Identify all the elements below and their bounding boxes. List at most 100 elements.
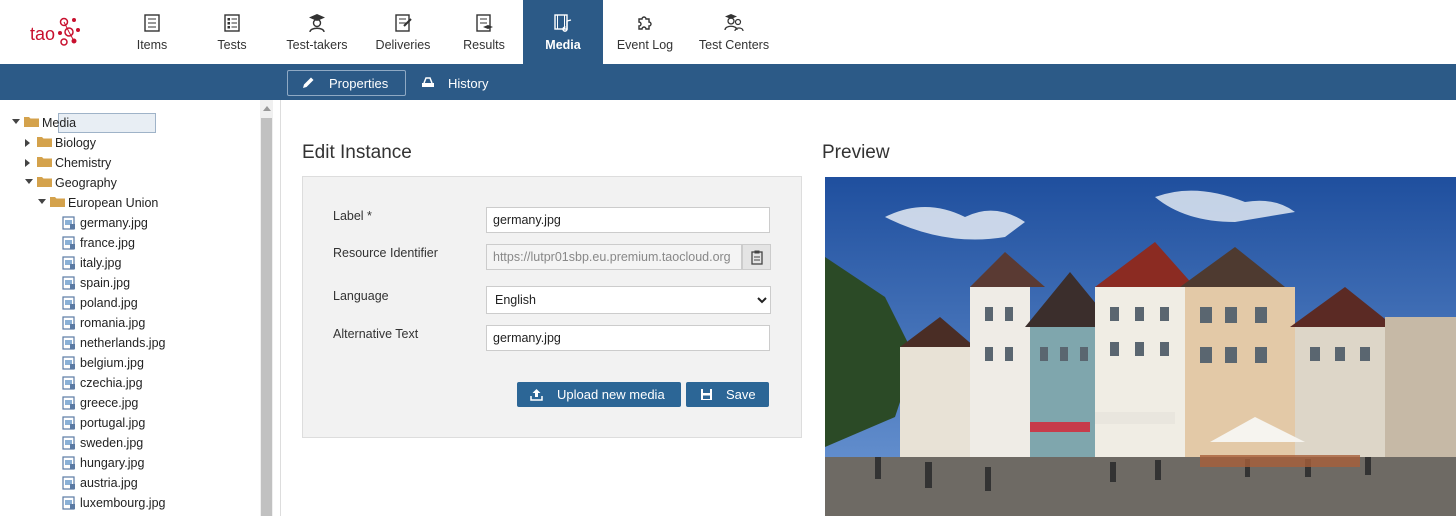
alternative-text-input[interactable] bbox=[486, 325, 770, 351]
folder-icon bbox=[37, 156, 52, 167]
tests-icon bbox=[224, 14, 240, 32]
tree-item-label: Geography bbox=[55, 176, 117, 190]
label-input[interactable] bbox=[486, 207, 770, 233]
tree-file-item[interactable]: germany.jpg bbox=[0, 213, 260, 233]
tree-folder-geography[interactable]: Geography bbox=[0, 173, 260, 193]
image-file-icon bbox=[62, 336, 76, 350]
tree-item-label: Biology bbox=[55, 136, 96, 150]
tree-file-item[interactable]: czechia.jpg bbox=[0, 373, 260, 393]
tree-item-label: germany.jpg bbox=[80, 216, 148, 230]
resource-identifier-input[interactable] bbox=[486, 244, 742, 270]
image-file-icon bbox=[62, 456, 76, 470]
nav-item-event-log[interactable]: Event Log bbox=[612, 0, 678, 64]
tree-item-label: poland.jpg bbox=[80, 296, 138, 310]
nav-item-test-takers[interactable]: Test-takers bbox=[280, 0, 354, 64]
nav-item-items[interactable]: Items bbox=[122, 0, 182, 64]
language-label: Language bbox=[333, 289, 389, 303]
items-icon bbox=[144, 14, 160, 32]
scrollbar-thumb[interactable] bbox=[261, 118, 272, 516]
tree-file-item[interactable]: luxembourg.jpg bbox=[0, 493, 260, 513]
results-icon bbox=[476, 14, 493, 32]
image-file-icon bbox=[62, 416, 76, 430]
image-file-icon bbox=[62, 276, 76, 290]
image-file-icon bbox=[62, 296, 76, 310]
scroll-up-arrow-icon[interactable] bbox=[263, 106, 271, 111]
tree-item-label: spain.jpg bbox=[80, 276, 131, 290]
nav-item-label: Test Centers bbox=[698, 38, 770, 52]
tree-file-item[interactable]: hungary.jpg bbox=[0, 453, 260, 473]
tree-file-item[interactable]: austria.jpg bbox=[0, 473, 260, 493]
image-file-icon bbox=[62, 216, 76, 230]
image-file-icon bbox=[62, 396, 76, 410]
tree-item-label: Chemistry bbox=[55, 156, 112, 170]
tree-file-item[interactable]: portugal.jpg bbox=[0, 413, 260, 433]
tree-file-item[interactable]: sweden.jpg bbox=[0, 433, 260, 453]
upload-new-media-button[interactable]: Upload new media bbox=[517, 382, 681, 407]
nav-item-label: Media bbox=[545, 38, 581, 52]
nav-item-test-centers[interactable]: Test Centers bbox=[694, 0, 774, 64]
nav-item-results[interactable]: Results bbox=[454, 0, 514, 64]
tree-scrollbar[interactable] bbox=[260, 100, 273, 516]
panel-divider bbox=[280, 100, 281, 516]
tree-item-label: Media bbox=[42, 116, 77, 130]
copy-button[interactable] bbox=[742, 244, 771, 270]
top-navigation: tao Items Tests Test-takers Deliveries R… bbox=[0, 0, 1456, 64]
nav-item-label: Tests bbox=[217, 38, 247, 52]
nav-item-deliveries[interactable]: Deliveries bbox=[368, 0, 438, 64]
action-bar: Properties History bbox=[0, 64, 1456, 100]
alternative-text-label: Alternative Text bbox=[333, 327, 419, 341]
caret-right-icon[interactable] bbox=[25, 139, 30, 147]
caret-down-icon[interactable] bbox=[25, 179, 33, 184]
tree-file-item[interactable]: netherlands.jpg bbox=[0, 333, 260, 353]
nav-item-media[interactable]: Media bbox=[523, 0, 603, 64]
save-label: Save bbox=[726, 387, 756, 402]
nav-item-label: Event Log bbox=[616, 38, 674, 52]
puzzle-icon bbox=[638, 16, 652, 30]
history-icon bbox=[422, 77, 434, 87]
tree-file-item[interactable]: italy.jpg bbox=[0, 253, 260, 273]
tree-file-item[interactable]: belgium.jpg bbox=[0, 353, 260, 373]
image-file-icon bbox=[62, 256, 76, 270]
tree-item-label: austria.jpg bbox=[80, 476, 138, 490]
tree-file-item[interactable]: france.jpg bbox=[0, 233, 260, 253]
image-file-icon bbox=[62, 436, 76, 450]
tree-item-label: European Union bbox=[68, 196, 159, 210]
language-select[interactable]: English bbox=[486, 286, 771, 314]
nav-item-label: Items bbox=[136, 38, 168, 52]
folder-icon bbox=[37, 176, 52, 187]
tree-item-label: belgium.jpg bbox=[80, 356, 144, 370]
tree-item-label: romania.jpg bbox=[80, 316, 146, 330]
history-button[interactable]: History bbox=[421, 70, 511, 94]
tree-folder-european-union[interactable]: European Union bbox=[0, 193, 260, 213]
test-takers-icon bbox=[309, 14, 325, 33]
logo-text: tao bbox=[30, 24, 56, 44]
image-file-icon bbox=[62, 476, 76, 490]
clipboard-icon bbox=[751, 250, 763, 265]
image-file-icon bbox=[62, 316, 76, 330]
caret-right-icon[interactable] bbox=[25, 159, 30, 167]
nav-item-tests[interactable]: Tests bbox=[202, 0, 262, 64]
tree-item-label: czechia.jpg bbox=[80, 376, 143, 390]
tree-folder-chemistry[interactable]: Chemistry bbox=[0, 153, 260, 173]
tree-item-label: sweden.jpg bbox=[80, 436, 144, 450]
deliveries-icon bbox=[395, 14, 412, 32]
tao-logo[interactable]: tao bbox=[28, 14, 88, 50]
tree-file-item[interactable]: spain.jpg bbox=[0, 273, 260, 293]
properties-label: Properties bbox=[329, 76, 389, 91]
image-file-icon bbox=[62, 376, 76, 390]
tree-item-label: hungary.jpg bbox=[80, 456, 145, 470]
caret-down-icon[interactable] bbox=[38, 199, 46, 204]
preview-title: Preview bbox=[822, 142, 890, 163]
tree-file-item[interactable]: romania.jpg bbox=[0, 313, 260, 333]
properties-button[interactable]: Properties bbox=[287, 70, 406, 96]
tree-file-item[interactable]: poland.jpg bbox=[0, 293, 260, 313]
save-button[interactable]: Save bbox=[686, 382, 769, 407]
tree-file-item[interactable]: greece.jpg bbox=[0, 393, 260, 413]
folder-icon bbox=[37, 136, 52, 147]
label-field-label: Label * bbox=[333, 209, 372, 223]
caret-down-icon[interactable] bbox=[12, 119, 20, 124]
upload-label: Upload new media bbox=[557, 387, 665, 402]
tree-folder-media[interactable]: Media bbox=[0, 113, 260, 133]
tree-folder-biology[interactable]: Biology bbox=[0, 133, 260, 153]
preview-image bbox=[825, 177, 1456, 516]
